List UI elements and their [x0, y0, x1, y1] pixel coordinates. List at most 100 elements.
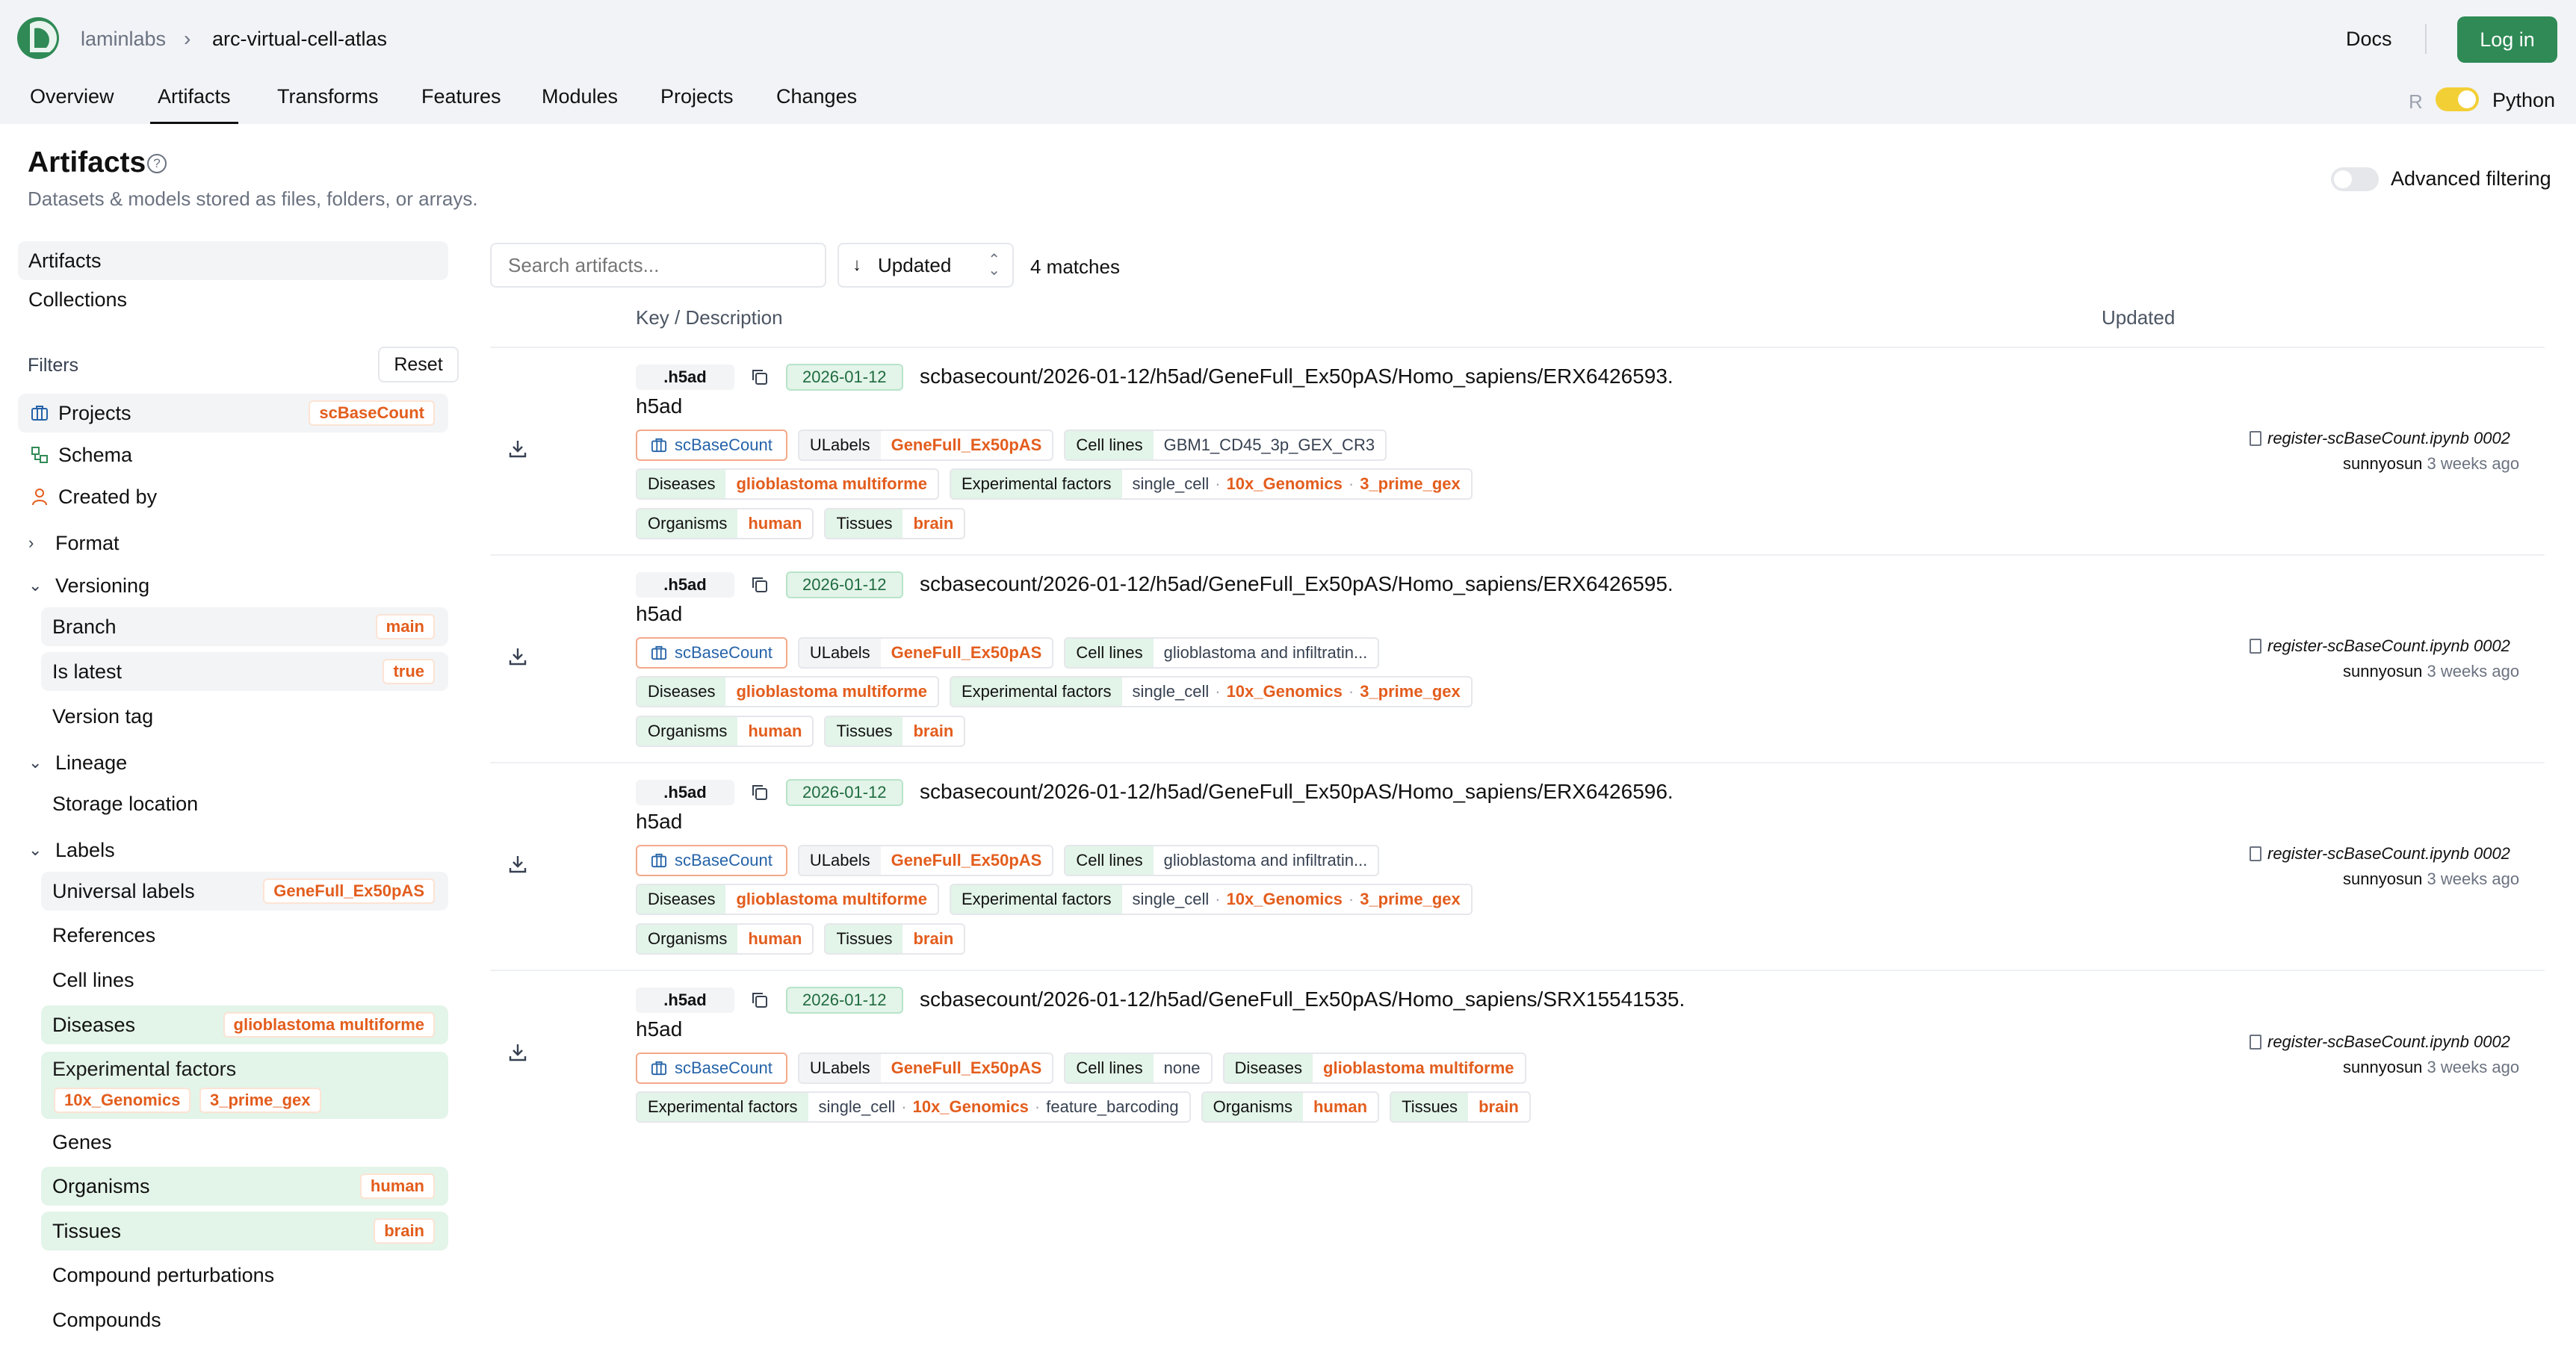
reset-filters-button[interactable]: Reset: [378, 347, 459, 382]
tissues-chip[interactable]: Tissues brain: [1390, 1091, 1531, 1123]
advanced-filtering-toggle[interactable]: [2331, 167, 2379, 191]
filter-is-latest-value[interactable]: true: [383, 659, 435, 684]
artifact-key-suffix[interactable]: h5ad: [636, 394, 682, 418]
tab-projects[interactable]: Projects: [660, 82, 734, 124]
diseases-chip[interactable]: Diseases glioblastoma multiforme: [636, 676, 939, 707]
tissues-chip[interactable]: Tissues brain: [824, 716, 966, 747]
tab-artifacts[interactable]: Artifacts: [150, 82, 238, 124]
project-chip[interactable]: scBaseCount: [636, 637, 787, 669]
transform-link[interactable]: register-scBaseCount.ipynb 0002: [2250, 429, 2510, 448]
artifact-key-suffix[interactable]: h5ad: [636, 1017, 682, 1041]
sidebar-item-artifacts[interactable]: Artifacts: [18, 241, 448, 280]
filter-compound-perturbations[interactable]: Compound perturbations: [41, 1256, 448, 1295]
tab-modules[interactable]: Modules: [542, 82, 618, 124]
artifact-key[interactable]: scbasecount/2026-01-12/h5ad/GeneFull_Ex5…: [920, 365, 1674, 388]
filter-format-group[interactable]: › Format: [18, 524, 448, 562]
tab-changes[interactable]: Changes: [776, 82, 857, 124]
download-icon[interactable]: [507, 853, 529, 875]
experimental-factors-chip[interactable]: Experimental factors single_cell · 10x_Geno…: [949, 468, 1473, 500]
cell-lines-chip[interactable]: Cell lines glioblastoma and infiltratin..…: [1064, 845, 1380, 876]
filter-compounds[interactable]: Compounds: [41, 1301, 448, 1339]
filter-universal-labels-value[interactable]: GeneFull_Ex50pAS: [263, 878, 435, 904]
user-name[interactable]: sunnyosun: [2343, 662, 2422, 681]
copy-icon[interactable]: [750, 783, 770, 802]
ulabels-chip[interactable]: ULabels GeneFull_Ex50pAS: [797, 1053, 1054, 1084]
artifact-key[interactable]: scbasecount/2026-01-12/h5ad/GeneFull_Ex5…: [920, 572, 1674, 596]
breadcrumb-org[interactable]: laminlabs: [81, 28, 166, 51]
tissues-chip[interactable]: Tissues brain: [824, 508, 966, 539]
filter-organisms[interactable]: Organisms human: [41, 1167, 448, 1206]
table-row[interactable]: .h5ad 2026-01-12 scbasecount/2026-01-12/…: [490, 351, 2545, 554]
tab-transforms[interactable]: Transforms: [277, 82, 379, 124]
filter-lineage-group[interactable]: ⌄ Lineage: [18, 743, 448, 782]
experimental-factors-chip[interactable]: Experimental factors single_cell · 10x_Geno…: [949, 884, 1473, 915]
filter-exp-value-3prime[interactable]: 3_prime_gex: [199, 1088, 321, 1113]
filter-genes[interactable]: Genes: [41, 1123, 448, 1162]
filter-is-latest[interactable]: Is latest true: [41, 652, 448, 691]
ulabels-chip[interactable]: ULabels GeneFull_Ex50pAS: [797, 845, 1054, 876]
filter-tissues-value[interactable]: brain: [374, 1218, 435, 1244]
filter-organisms-value[interactable]: human: [359, 1174, 435, 1199]
breadcrumb-instance[interactable]: arc-virtual-cell-atlas: [212, 28, 387, 51]
filter-experimental-factors[interactable]: Experimental factors 10x_Genomics 3_prim…: [41, 1052, 448, 1119]
cell-lines-chip[interactable]: Cell lines none: [1064, 1053, 1213, 1084]
cell-lines-chip[interactable]: Cell lines glioblastoma and infiltratin..…: [1064, 637, 1380, 669]
transform-link[interactable]: register-scBaseCount.ipynb 0002: [2250, 636, 2510, 656]
download-icon[interactable]: [507, 645, 529, 668]
diseases-chip[interactable]: Diseases glioblastoma multiforme: [636, 468, 939, 500]
table-row[interactable]: .h5ad 2026-01-12 scbasecount/2026-01-12/…: [490, 974, 2545, 1146]
download-icon[interactable]: [507, 438, 529, 460]
artifact-key[interactable]: scbasecount/2026-01-12/h5ad/GeneFull_Ex5…: [920, 988, 1685, 1011]
login-button[interactable]: Log in: [2457, 16, 2557, 63]
copy-icon[interactable]: [750, 991, 770, 1010]
filter-diseases-value[interactable]: glioblastoma multiforme: [223, 1012, 435, 1038]
filter-diseases[interactable]: Diseases glioblastoma multiforme: [41, 1005, 448, 1044]
ulabels-chip[interactable]: ULabels GeneFull_Ex50pAS: [797, 637, 1054, 669]
project-chip[interactable]: scBaseCount: [636, 430, 787, 461]
download-icon[interactable]: [507, 1041, 529, 1064]
filter-storage-location[interactable]: Storage location: [41, 784, 448, 823]
tab-features[interactable]: Features: [421, 82, 501, 124]
filter-exp-value-10x[interactable]: 10x_Genomics: [54, 1088, 191, 1113]
filter-schema[interactable]: Schema: [18, 435, 448, 474]
artifact-key[interactable]: scbasecount/2026-01-12/h5ad/GeneFull_Ex5…: [920, 780, 1674, 804]
sidebar-item-collections[interactable]: Collections: [18, 280, 448, 319]
filter-version-tag[interactable]: Version tag: [41, 697, 448, 736]
sort-dropdown[interactable]: ↓ Updated ⌃ ⌄: [837, 243, 1014, 288]
cell-lines-chip[interactable]: Cell lines GBM1_CD45_3p_GEX_CR3: [1064, 430, 1387, 461]
diseases-chip[interactable]: Diseases glioblastoma multiforme: [636, 884, 939, 915]
organisms-chip[interactable]: Organisms human: [1201, 1091, 1380, 1123]
ulabels-chip[interactable]: ULabels GeneFull_Ex50pAS: [797, 430, 1054, 461]
column-header-updated[interactable]: Updated: [2102, 306, 2175, 329]
tab-overview[interactable]: Overview: [30, 82, 114, 124]
filter-cell-lines[interactable]: Cell lines: [41, 961, 448, 999]
filter-references[interactable]: References: [41, 916, 448, 955]
user-name[interactable]: sunnyosun: [2343, 1058, 2422, 1076]
project-chip[interactable]: scBaseCount: [636, 845, 787, 876]
diseases-chip[interactable]: Diseases glioblastoma multiforme: [1222, 1053, 1526, 1084]
language-toggle[interactable]: [2436, 87, 2479, 111]
filter-versioning-group[interactable]: ⌄ Versioning: [18, 566, 448, 605]
organisms-chip[interactable]: Organisms human: [636, 508, 814, 539]
filter-branch-value[interactable]: main: [375, 614, 435, 639]
filter-tissues[interactable]: Tissues brain: [41, 1212, 448, 1250]
user-name[interactable]: sunnyosun: [2343, 869, 2422, 888]
artifact-key-suffix[interactable]: h5ad: [636, 810, 682, 834]
column-header-key[interactable]: Key / Description: [636, 306, 783, 329]
table-row[interactable]: .h5ad 2026-01-12 scbasecount/2026-01-12/…: [490, 559, 2545, 762]
tissues-chip[interactable]: Tissues brain: [824, 923, 966, 955]
transform-link[interactable]: register-scBaseCount.ipynb 0002: [2250, 1032, 2510, 1052]
lamin-logo-icon[interactable]: [16, 16, 60, 60]
experimental-factors-chip[interactable]: Experimental factors single_cell · 10x_Geno…: [949, 676, 1473, 707]
copy-icon[interactable]: [750, 368, 770, 387]
experimental-factors-chip[interactable]: Experimental factors single_cell · 10x_Geno…: [636, 1091, 1191, 1123]
filter-branch[interactable]: Branch main: [41, 607, 448, 646]
transform-link[interactable]: register-scBaseCount.ipynb 0002: [2250, 844, 2510, 864]
table-row[interactable]: .h5ad 2026-01-12 scbasecount/2026-01-12/…: [490, 766, 2545, 970]
organisms-chip[interactable]: Organisms human: [636, 716, 814, 747]
filter-universal-labels[interactable]: Universal labels GeneFull_Ex50pAS: [41, 872, 448, 911]
project-chip[interactable]: scBaseCount: [636, 1053, 787, 1084]
copy-icon[interactable]: [750, 575, 770, 595]
search-input[interactable]: [490, 243, 826, 288]
filter-projects[interactable]: Projects scBaseCount: [18, 394, 448, 433]
